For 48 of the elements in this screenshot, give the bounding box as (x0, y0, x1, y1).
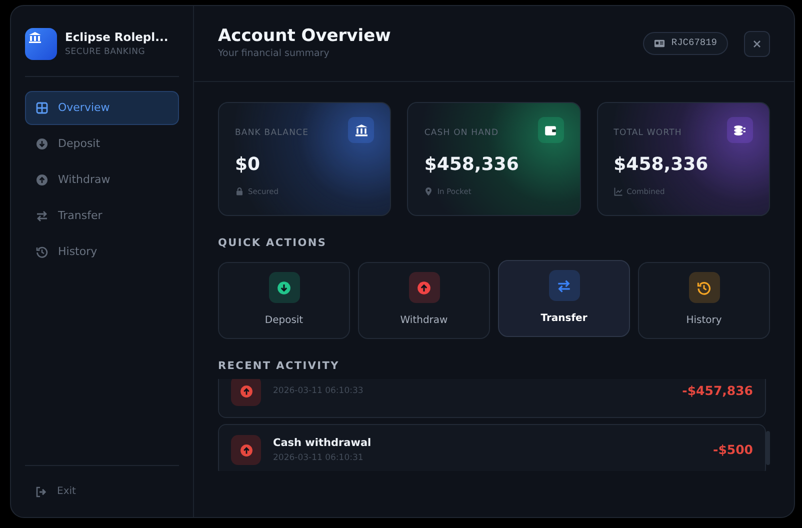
quick-action-button[interactable]: History (638, 262, 770, 339)
history-icon (36, 246, 48, 258)
quick-action-button[interactable]: Deposit (218, 262, 350, 339)
brand-tagline: SECURE BANKING (65, 46, 146, 59)
stat-value: $458,336 (424, 153, 520, 177)
activity-amount: -$457,836 (682, 382, 753, 400)
pin-icon (424, 187, 434, 196)
up-arrow-icon (240, 384, 252, 398)
page-title: Account Overview (218, 26, 391, 47)
activity-date: 2026-03-11 06:10:31 (273, 452, 364, 464)
wallet-icon (544, 124, 558, 136)
exit-button[interactable]: Exit (25, 484, 179, 499)
nav-item[interactable]: Transfer (25, 199, 179, 233)
nav-item[interactable]: Withdraw (25, 163, 179, 197)
chart-icon (614, 187, 623, 196)
id-card-icon (654, 38, 666, 49)
section-heading: QUICK ACTIONS (218, 236, 328, 251)
stat-label: BANK BALANCE (235, 127, 309, 140)
nav-item[interactable]: History (25, 235, 179, 269)
account-id-badge: RJC67819 (643, 32, 728, 55)
nav-item[interactable]: Overview (25, 91, 179, 125)
brand-name: Eclipse Rolepl... (65, 29, 168, 46)
bank-logo-icon (25, 28, 57, 60)
history-icon (697, 280, 711, 295)
activity-title: Cash withdrawal (273, 436, 372, 451)
section-heading: RECENT ACTIVITY (218, 358, 340, 374)
exit-icon (35, 486, 47, 498)
page-subtitle: Your financial summary (218, 46, 330, 61)
quick-action-button[interactable]: Transfer (498, 260, 630, 337)
up-arrow-icon (36, 174, 48, 186)
close-button[interactable] (744, 30, 770, 56)
grid-icon (36, 102, 48, 114)
swap-arrows-icon (36, 210, 48, 222)
stat-label: CASH ON HAND (424, 127, 499, 140)
activity-amount: -$500 (713, 440, 753, 459)
stat-value: $458,336 (614, 153, 710, 177)
close-icon (753, 40, 761, 48)
coins-icon (733, 124, 746, 136)
stat-value: $0 (235, 153, 262, 177)
down-arrow-icon (36, 138, 48, 150)
lock-icon (235, 187, 244, 196)
up-arrow-icon (240, 444, 252, 456)
activity-date: 2026-03-11 06:10:33 (273, 384, 364, 398)
swap-arrows-icon (557, 278, 571, 293)
stat-label: TOTAL WORTH (614, 127, 682, 140)
quick-action-button[interactable]: Withdraw (358, 262, 490, 339)
nav-item[interactable]: Deposit (25, 127, 179, 161)
bank-icon (354, 124, 368, 136)
